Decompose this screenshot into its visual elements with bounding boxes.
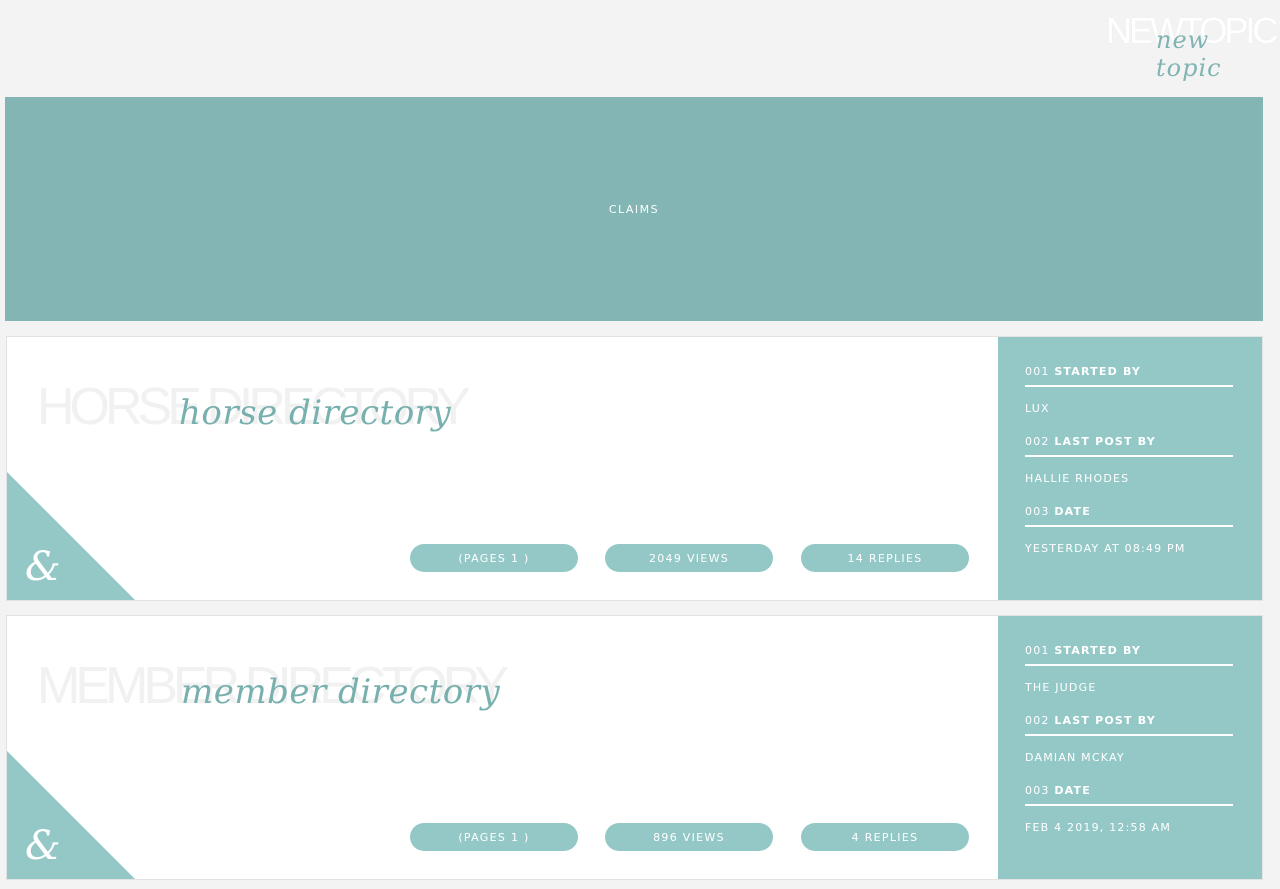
topic-info-panel: 001 STARTED BY THE JUDGE 002 LAST POST B… — [998, 616, 1262, 879]
pages-button[interactable]: (PAGES 1 ) — [410, 823, 578, 851]
new-topic-script-text: new topic — [1156, 26, 1222, 82]
started-by-user-link[interactable]: LUX — [1025, 402, 1234, 415]
started-by-num: 001 — [1025, 644, 1050, 657]
claims-label: CLAIMS — [608, 202, 660, 216]
claims-banner[interactable]: CLAIMS — [5, 97, 1263, 321]
started-by-label: STARTED BY — [1054, 644, 1142, 657]
last-post-user-link[interactable]: DAMIAN MCKAY — [1025, 751, 1234, 764]
replies-badge: 14 REPLIES — [801, 544, 969, 572]
started-by-user-link[interactable]: THE JUDGE — [1025, 681, 1234, 694]
topic-title-link[interactable]: member directory — [181, 672, 500, 712]
last-post-date-link[interactable]: FEB 4 2019, 12:58 AM — [1025, 821, 1234, 834]
last-post-num: 002 — [1025, 435, 1050, 448]
date-header: 003 DATE — [1025, 505, 1233, 527]
started-by-header: 001 STARTED BY — [1025, 644, 1233, 666]
topic-info-panel: 001 STARTED BY LUX 002 LAST POST BY HALL… — [998, 337, 1262, 600]
last-post-date-link[interactable]: YESTERDAY AT 08:49 PM — [1025, 542, 1234, 555]
views-badge: 896 VIEWS — [605, 823, 773, 851]
date-label: DATE — [1054, 505, 1091, 518]
ampersand-icon: & — [25, 823, 61, 869]
started-by-label: STARTED BY — [1054, 365, 1142, 378]
started-by-header: 001 STARTED BY — [1025, 365, 1233, 387]
topic-title-link[interactable]: horse directory — [179, 393, 451, 433]
topic-card-member-directory: MEMBER DIRECTORY member directory & (PAG… — [6, 615, 1263, 880]
pages-button[interactable]: (PAGES 1 ) — [410, 544, 578, 572]
topic-card-horse-directory: HORSE DIRECTORY horse directory & (PAGES… — [6, 336, 1263, 601]
last-post-num: 002 — [1025, 714, 1050, 727]
last-post-header: 002 LAST POST BY — [1025, 714, 1233, 736]
last-post-label: LAST POST BY — [1054, 714, 1156, 727]
date-num: 003 — [1025, 784, 1050, 797]
date-header: 003 DATE — [1025, 784, 1233, 806]
last-post-label: LAST POST BY — [1054, 435, 1156, 448]
date-label: DATE — [1054, 784, 1091, 797]
date-num: 003 — [1025, 505, 1050, 518]
last-post-header: 002 LAST POST BY — [1025, 435, 1233, 457]
replies-badge: 4 REPLIES — [801, 823, 969, 851]
last-post-user-link[interactable]: HALLIE RHODES — [1025, 472, 1234, 485]
ampersand-icon: & — [25, 544, 61, 590]
new-topic-button[interactable]: NEWTOPIC new topic — [1104, 8, 1278, 82]
views-badge: 2049 VIEWS — [605, 544, 773, 572]
started-by-num: 001 — [1025, 365, 1050, 378]
